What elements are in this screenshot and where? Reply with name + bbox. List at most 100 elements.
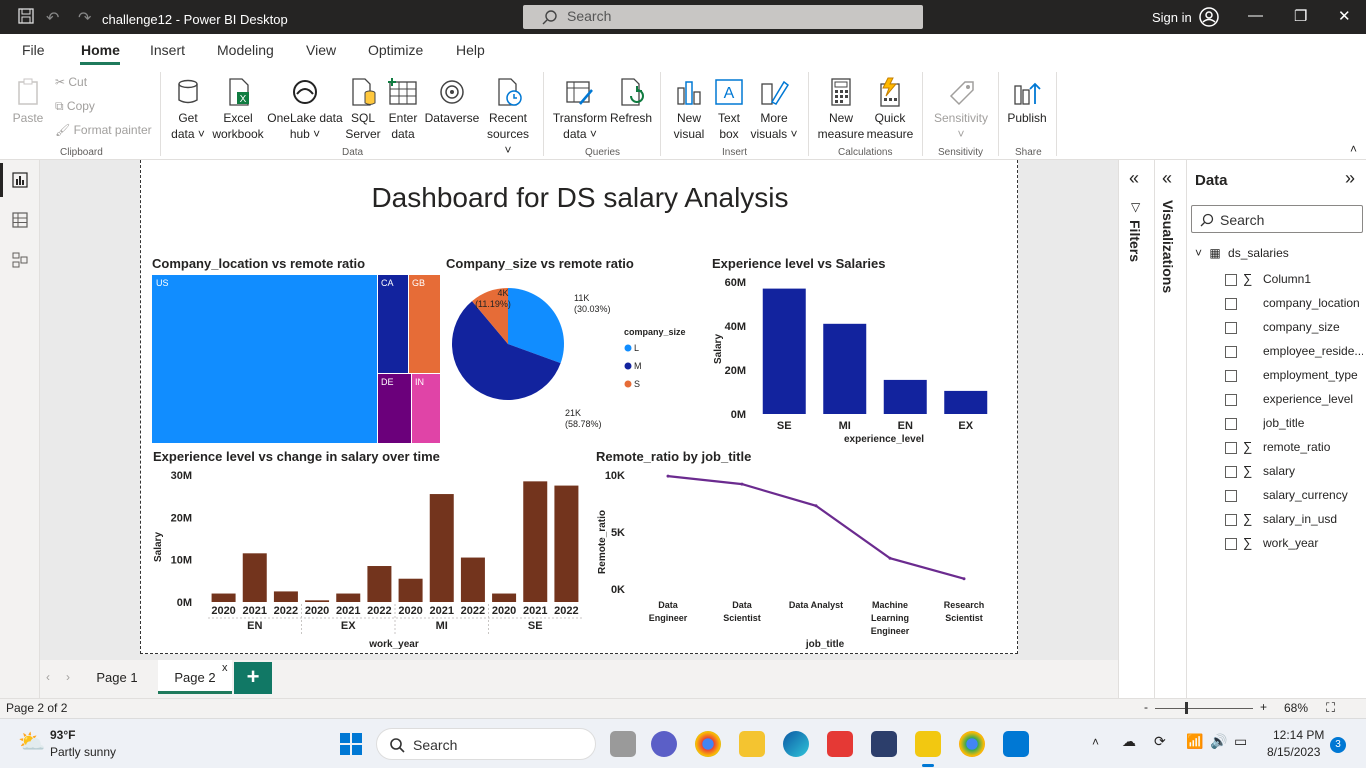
filters-pane[interactable]: « ▽ Filters — [1118, 160, 1154, 700]
expand-filters-icon[interactable]: « — [1129, 168, 1139, 189]
get-data-button[interactable]: Get data ˅ — [170, 76, 206, 142]
menu-optimize[interactable]: Optimize — [368, 42, 423, 58]
recent-sources-button[interactable]: Recent sources ˅ — [482, 76, 534, 158]
line-point[interactable] — [740, 482, 744, 486]
treemap-chart[interactable]: US CA GB DE IN — [151, 274, 441, 444]
tab-page-1[interactable]: Page 1 — [84, 660, 150, 694]
vscode-icon[interactable] — [1003, 731, 1029, 757]
field-item[interactable]: experience_level — [1225, 390, 1365, 412]
paste-button[interactable]: Paste — [10, 76, 46, 126]
menu-insert[interactable]: Insert — [150, 42, 185, 58]
field-item[interactable]: job_title — [1225, 414, 1365, 436]
onedrive-icon[interactable]: ☁ — [1122, 733, 1136, 750]
field-item[interactable]: ∑ salary — [1225, 462, 1365, 484]
visualizations-pane[interactable]: « Visualizations — [1154, 160, 1186, 700]
field-item[interactable]: company_location — [1225, 294, 1365, 316]
bar2-bar[interactable] — [492, 593, 517, 602]
field-checkbox[interactable] — [1225, 490, 1237, 502]
transform-data-button[interactable]: Transform data ˅ — [552, 76, 608, 142]
bar2-bar[interactable] — [273, 591, 298, 602]
bar2-bar[interactable] — [242, 553, 267, 602]
maximize-icon[interactable]: ❐ — [1294, 7, 1307, 25]
field-checkbox[interactable] — [1225, 322, 1237, 334]
title-search-box[interactable]: Search — [523, 5, 923, 29]
zoom-slider-thumb[interactable] — [1185, 702, 1188, 714]
text-box-button[interactable]: A Text box — [712, 76, 746, 142]
line-point[interactable] — [888, 556, 892, 560]
more-visuals-button[interactable]: More visuals ˅ — [748, 76, 800, 142]
bar2-bar[interactable] — [305, 600, 330, 602]
menu-help[interactable]: Help — [456, 42, 485, 58]
model-view-icon[interactable] — [12, 252, 28, 271]
new-visual-button[interactable]: New visual — [670, 76, 708, 142]
copy-button[interactable]: ⧉ Copy — [55, 99, 95, 114]
account-icon[interactable] — [1199, 7, 1219, 30]
cut-button[interactable]: ✂ Cut — [55, 75, 87, 89]
field-checkbox[interactable] — [1225, 418, 1237, 430]
close-icon[interactable]: ✕ — [1338, 7, 1351, 25]
field-item[interactable]: ∑ salary_in_usd — [1225, 510, 1365, 532]
chrome-icon[interactable] — [695, 731, 721, 757]
sign-in-link[interactable]: Sign in — [1152, 10, 1192, 25]
field-checkbox[interactable] — [1225, 514, 1237, 526]
zoom-in-button[interactable]: + — [1260, 700, 1267, 714]
enter-data-button[interactable]: Enter data — [385, 76, 421, 142]
quick-measure-button[interactable]: Quick measure — [866, 76, 914, 142]
new-measure-button[interactable]: New measure — [816, 76, 866, 142]
line-point[interactable] — [814, 504, 818, 508]
format-painter-button[interactable]: 🖌 Format painter — [55, 123, 152, 137]
battery-icon[interactable]: ▭ — [1234, 733, 1247, 750]
field-checkbox[interactable] — [1225, 442, 1237, 454]
zoom-out-button[interactable]: - — [1144, 700, 1148, 714]
refresh-button[interactable]: Refresh — [610, 76, 652, 126]
wifi-icon[interactable]: 📶 — [1186, 733, 1203, 750]
dataverse-button[interactable]: Dataverse — [424, 76, 480, 126]
close-page-icon[interactable]: x — [222, 662, 228, 674]
field-item[interactable]: salary_currency — [1225, 486, 1365, 508]
weather-icon[interactable]: ⛅ — [18, 729, 45, 755]
bar2-bar[interactable] — [367, 566, 392, 602]
chrome-profile-icon[interactable] — [959, 731, 985, 757]
tab-page-2[interactable]: Page 2 — [158, 660, 232, 694]
menu-view[interactable]: View — [306, 42, 336, 58]
field-checkbox[interactable] — [1225, 298, 1237, 310]
field-item[interactable]: employment_type — [1225, 366, 1365, 388]
pie-chart[interactable]: 4K (11.19%) 11K (30.03%) 21K (58.78%) co… — [441, 274, 711, 439]
treemap-cell-us[interactable] — [152, 275, 377, 443]
line-point[interactable] — [962, 577, 966, 581]
bar2-bar[interactable] — [460, 557, 485, 602]
field-item[interactable]: ∑ Column1 — [1225, 270, 1365, 292]
bar1-bar[interactable] — [883, 379, 927, 414]
field-checkbox[interactable] — [1225, 370, 1237, 382]
undo-icon[interactable]: ↶ — [46, 8, 59, 28]
field-checkbox[interactable] — [1225, 346, 1237, 358]
mysql-workbench-icon[interactable] — [871, 731, 897, 757]
power-bi-icon[interactable] — [915, 731, 941, 757]
field-checkbox[interactable] — [1225, 394, 1237, 406]
sensitivity-button[interactable]: Sensitivity ˅ — [930, 76, 992, 142]
bar1-bar[interactable] — [762, 288, 806, 414]
bar2-bar[interactable] — [211, 593, 236, 602]
zoom-slider[interactable] — [1155, 708, 1253, 709]
data-search-input[interactable]: Search — [1191, 205, 1363, 233]
anydesk-icon[interactable] — [827, 731, 853, 757]
add-page-button[interactable]: + — [234, 662, 272, 694]
salary-over-time-bar-chart[interactable]: Salary work_year 0M 10M 20M 30M 2020 2021 2022… — [146, 467, 586, 653]
show-hidden-icons[interactable]: ˄ — [1092, 735, 1099, 749]
table-node-ds-salaries[interactable]: ˅ ▦ ds_salaries — [1195, 246, 1365, 260]
sql-server-button[interactable]: SQL Server — [345, 76, 381, 142]
task-view-icon[interactable] — [610, 731, 636, 757]
expand-visualizations-icon[interactable]: « — [1162, 168, 1172, 189]
clock-time[interactable]: 12:14 PM — [1273, 728, 1324, 742]
minimize-icon[interactable]: — — [1248, 7, 1263, 24]
teams-chat-icon[interactable] — [651, 731, 677, 757]
collapse-data-pane-icon[interactable]: » — [1345, 168, 1355, 189]
bar2-bar[interactable] — [523, 481, 548, 602]
bar1-bar[interactable] — [944, 390, 988, 414]
taskbar-search[interactable]: Search — [376, 728, 596, 760]
volume-icon[interactable]: 🔊 — [1210, 733, 1227, 750]
remote-ratio-line-chart[interactable]: Remote_ratio job_title 0K 5K 10K Data Engine… — [591, 467, 1006, 653]
field-checkbox[interactable] — [1225, 466, 1237, 478]
excel-workbook-button[interactable]: X Excel workbook — [210, 76, 266, 142]
onelake-data-hub-button[interactable]: OneLake data hub ˅ — [267, 76, 343, 142]
